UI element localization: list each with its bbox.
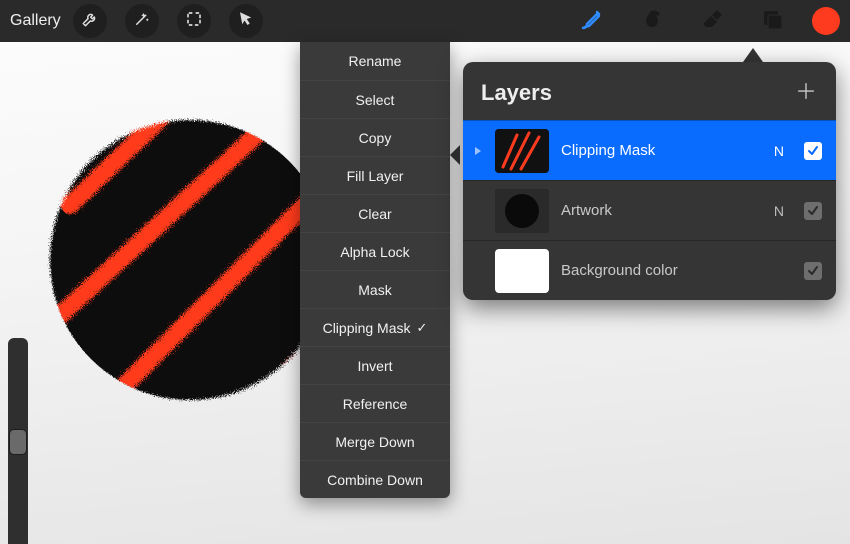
ctx-item-combine-down[interactable]: Combine Down	[300, 460, 450, 498]
smudge-button[interactable]	[632, 1, 672, 41]
clip-indicator	[473, 146, 483, 156]
ctx-item-label: Copy	[359, 130, 392, 146]
ctx-item-label: Alpha Lock	[340, 244, 409, 260]
layer-name: Clipping Mask	[561, 142, 762, 159]
layer-name: Artwork	[561, 202, 762, 219]
ctx-item-mask[interactable]: Mask	[300, 270, 450, 308]
ctx-item-label: Clipping Mask	[323, 320, 411, 336]
eraser-button[interactable]	[692, 1, 732, 41]
layer-row[interactable]: Artwork N	[463, 180, 836, 240]
context-menu-arrow	[450, 145, 460, 165]
layers-title: Layers	[481, 80, 552, 106]
wand-icon	[133, 10, 151, 33]
ctx-item-label: Merge Down	[335, 434, 414, 450]
ctx-item-alpha-lock[interactable]: Alpha Lock	[300, 232, 450, 270]
layers-panel-arrow	[743, 48, 763, 62]
layer-name: Background color	[561, 262, 792, 279]
brush-button[interactable]	[572, 1, 612, 41]
layers-panel: Layers Clipping Mask N Artwork N Background …	[463, 62, 836, 300]
ctx-item-label: Fill Layer	[347, 168, 404, 184]
visibility-checkbox[interactable]	[804, 262, 822, 280]
adjustments-button[interactable]	[125, 4, 159, 38]
ctx-item-select[interactable]: Select	[300, 80, 450, 118]
ctx-item-label: Combine Down	[327, 472, 423, 488]
ctx-item-merge-down[interactable]: Merge Down	[300, 422, 450, 460]
layer-thumbnail	[495, 249, 549, 293]
color-swatch[interactable]	[812, 7, 840, 35]
ctx-item-invert[interactable]: Invert	[300, 346, 450, 384]
top-toolbar: Gallery	[0, 0, 850, 42]
brush-icon	[580, 7, 604, 36]
transform-button[interactable]	[229, 4, 263, 38]
layer-context-menu: Rename Select Copy Fill Layer Clear Alpha Loc…	[300, 42, 450, 498]
actions-button[interactable]	[73, 4, 107, 38]
visibility-checkbox[interactable]	[804, 202, 822, 220]
cursor-icon	[237, 10, 255, 33]
eraser-icon	[700, 7, 724, 36]
ctx-item-reference[interactable]: Reference	[300, 384, 450, 422]
side-slider-track[interactable]	[8, 338, 28, 544]
plus-icon	[795, 80, 817, 107]
ctx-item-rename[interactable]: Rename	[300, 42, 450, 80]
ctx-item-clear[interactable]: Clear	[300, 194, 450, 232]
add-layer-button[interactable]	[794, 81, 818, 105]
wrench-icon	[81, 10, 99, 33]
ctx-item-clipping-mask[interactable]: Clipping Mask ✓	[300, 308, 450, 346]
layers-icon	[760, 7, 784, 36]
blend-mode-indicator[interactable]: N	[774, 203, 784, 219]
ctx-item-label: Invert	[357, 358, 392, 374]
ctx-item-label: Select	[356, 92, 395, 108]
layer-row[interactable]: Background color	[463, 240, 836, 300]
ctx-item-copy[interactable]: Copy	[300, 118, 450, 156]
check-icon: ✓	[417, 320, 428, 336]
selection-icon	[185, 10, 203, 33]
layer-row[interactable]: Clipping Mask N	[463, 120, 836, 180]
ctx-item-label: Clear	[358, 206, 391, 222]
gallery-button[interactable]: Gallery	[10, 12, 61, 30]
layers-button[interactable]	[752, 1, 792, 41]
visibility-checkbox[interactable]	[804, 142, 822, 160]
ctx-item-label: Rename	[349, 53, 402, 69]
layer-thumbnail	[495, 189, 549, 233]
ctx-item-label: Reference	[343, 396, 408, 412]
ctx-item-fill-layer[interactable]: Fill Layer	[300, 156, 450, 194]
side-slider-thumb[interactable]	[10, 430, 26, 454]
smudge-icon	[640, 7, 664, 36]
blend-mode-indicator[interactable]: N	[774, 143, 784, 159]
selection-button[interactable]	[177, 4, 211, 38]
canvas-artwork	[40, 110, 340, 410]
layer-thumbnail	[495, 129, 549, 173]
ctx-item-label: Mask	[358, 282, 391, 298]
